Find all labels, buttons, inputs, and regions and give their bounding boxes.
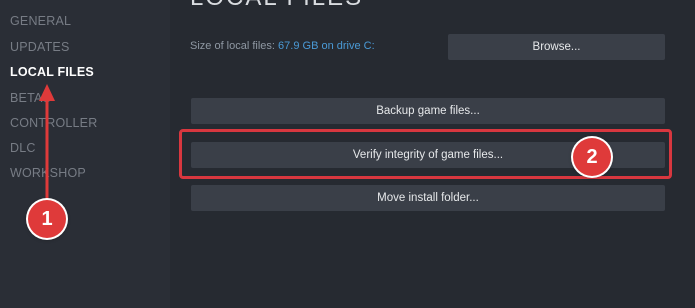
sidebar-item-dlc[interactable]: DLC [10, 141, 36, 155]
sidebar-item-controller[interactable]: CONTROLLER [10, 116, 97, 130]
size-label: Size of local files: [190, 40, 275, 52]
size-value: 67.9 GB on drive C: [278, 40, 375, 52]
move-install-folder-button[interactable]: Move install folder... [191, 185, 665, 211]
sidebar-item-general[interactable]: GENERAL [10, 14, 71, 28]
annotation-badge-1: 1 [28, 200, 66, 238]
annotation-badge-2: 2 [573, 138, 611, 176]
browse-button[interactable]: Browse... [448, 34, 665, 60]
sidebar-item-local-files[interactable]: LOCAL FILES [10, 65, 94, 79]
sidebar: GENERAL UPDATES LOCAL FILES BETAS CONTRO… [0, 0, 170, 308]
sidebar-item-updates[interactable]: UPDATES [10, 40, 70, 54]
local-files-size-row: Size of local files: 67.9 GB on drive C: [190, 40, 375, 52]
backup-game-files-button[interactable]: Backup game files... [191, 98, 665, 124]
sidebar-item-betas[interactable]: BETAS [10, 91, 51, 105]
page-title: LOCAL FILES [190, 0, 363, 12]
sidebar-item-workshop[interactable]: WORKSHOP [10, 166, 86, 180]
